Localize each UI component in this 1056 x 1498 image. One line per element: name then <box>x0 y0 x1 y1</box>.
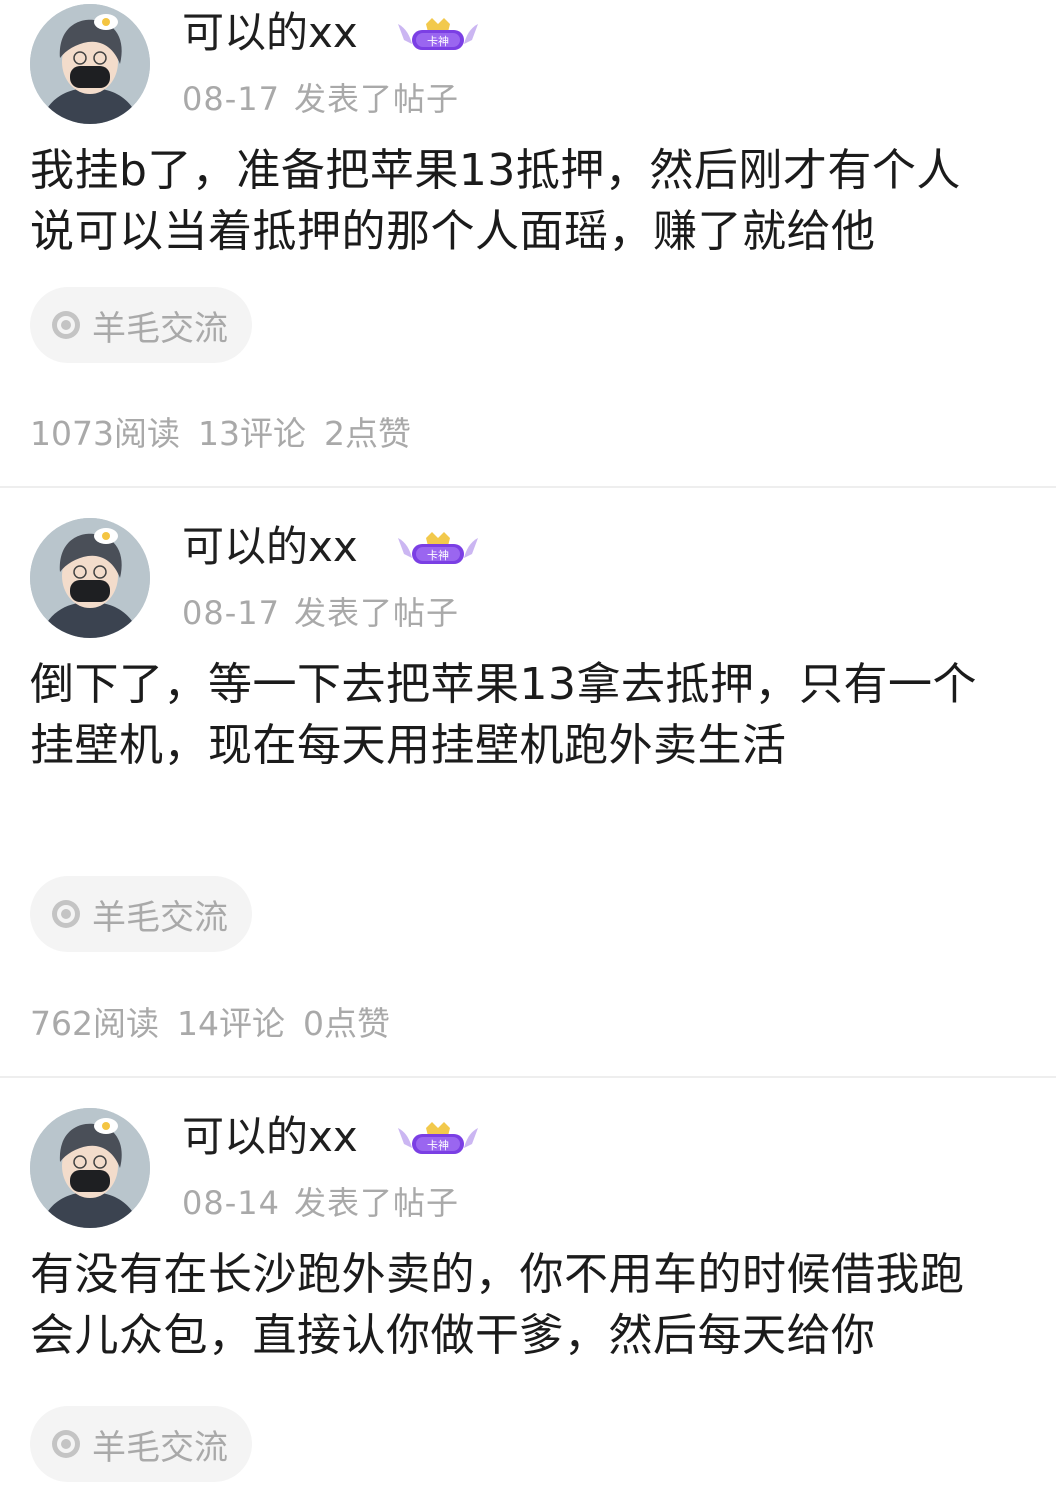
post-action: 发表了帖子 <box>293 1184 459 1222</box>
winged-crown-badge-icon: 卡神 <box>392 1118 484 1162</box>
post-date: 08-17 <box>182 80 280 118</box>
user-avatar[interactable] <box>30 518 150 638</box>
post-stats: 1073阅读 13评论 2点赞 <box>30 413 429 455</box>
topic-tag[interactable]: 羊毛交流 <box>30 876 252 952</box>
read-count: 762阅读 <box>30 1004 159 1043</box>
post-date: 08-14 <box>182 1184 280 1222</box>
comment-count: 14评论 <box>177 1004 285 1043</box>
post-meta: 08-17 发表了帖子 <box>182 592 459 634</box>
post-meta: 08-14 发表了帖子 <box>182 1182 459 1224</box>
content-line: 有没有在长沙跑外卖的，你不用车的时候借我跑 <box>30 1249 965 1300</box>
content-line: 挂壁机，现在每天用挂壁机跑外卖生活 <box>30 720 787 771</box>
post-card[interactable]: 可以的xx 卡神 08-17 发表了帖子 我挂b了，准备把苹果13抵押，然后刚才有… <box>0 0 1056 486</box>
topic-tag[interactable]: 羊毛交流 <box>30 1406 252 1482</box>
content-line: 我挂b了，准备把苹果13抵押，然后刚才有个人 <box>30 145 961 196</box>
comment-count: 13评论 <box>197 414 306 453</box>
username[interactable]: 可以的xx <box>182 1110 358 1164</box>
winged-crown-badge-icon: 卡神 <box>392 528 484 572</box>
content-line: 会儿众包，直接认你做干爹，然后每天给你 <box>30 1310 876 1361</box>
username[interactable]: 可以的xx <box>182 520 358 574</box>
post-action: 发表了帖子 <box>293 594 459 632</box>
post-date: 08-17 <box>182 594 280 632</box>
badge-text: 卡神 <box>427 548 449 562</box>
content-line: 倒下了，等一下去把苹果13拿去抵押，只有一个 <box>30 659 977 710</box>
topic-tag-label: 羊毛交流 <box>92 308 228 349</box>
post-action: 发表了帖子 <box>293 80 459 118</box>
badge-text: 卡神 <box>427 1138 449 1152</box>
post-content[interactable]: 我挂b了，准备把苹果13抵押，然后刚才有个人 说可以当着抵押的那个人面瑶，赚了就… <box>30 140 1040 262</box>
user-avatar[interactable] <box>30 4 150 124</box>
content-line: 说可以当着抵押的那个人面瑶，赚了就给他 <box>30 206 876 257</box>
post-content[interactable]: 有没有在长沙跑外卖的，你不用车的时候借我跑 会儿众包，直接认你做干爹，然后每天给… <box>30 1244 1040 1366</box>
topic-tag-label: 羊毛交流 <box>92 1427 228 1468</box>
topic-tag-label: 羊毛交流 <box>92 897 228 938</box>
post-content[interactable]: 倒下了，等一下去把苹果13拿去抵押，只有一个 挂壁机，现在每天用挂壁机跑外卖生活 <box>30 654 1040 776</box>
user-avatar[interactable] <box>30 1108 150 1228</box>
target-circle-icon <box>52 311 80 339</box>
badge-text: 卡神 <box>427 34 449 48</box>
winged-crown-badge-icon: 卡神 <box>392 14 484 58</box>
post-stats: 762阅读 14评论 0点赞 <box>30 1003 408 1045</box>
like-count: 0点赞 <box>303 1004 390 1043</box>
post-meta: 08-17 发表了帖子 <box>182 78 459 120</box>
like-count: 2点赞 <box>323 414 411 453</box>
target-circle-icon <box>52 1430 80 1458</box>
topic-tag[interactable]: 羊毛交流 <box>30 287 252 363</box>
read-count: 1073阅读 <box>30 414 180 453</box>
username[interactable]: 可以的xx <box>182 6 358 60</box>
post-card[interactable]: 可以的xx 卡神 08-17 发表了帖子 倒下了，等一下去把苹果13拿去抵押，只有… <box>0 488 1056 1076</box>
post-card[interactable]: 可以的xx 卡神 08-14 发表了帖子 有没有在长沙跑外卖的，你不用车的时候借我… <box>0 1078 1056 1498</box>
target-circle-icon <box>52 900 80 928</box>
